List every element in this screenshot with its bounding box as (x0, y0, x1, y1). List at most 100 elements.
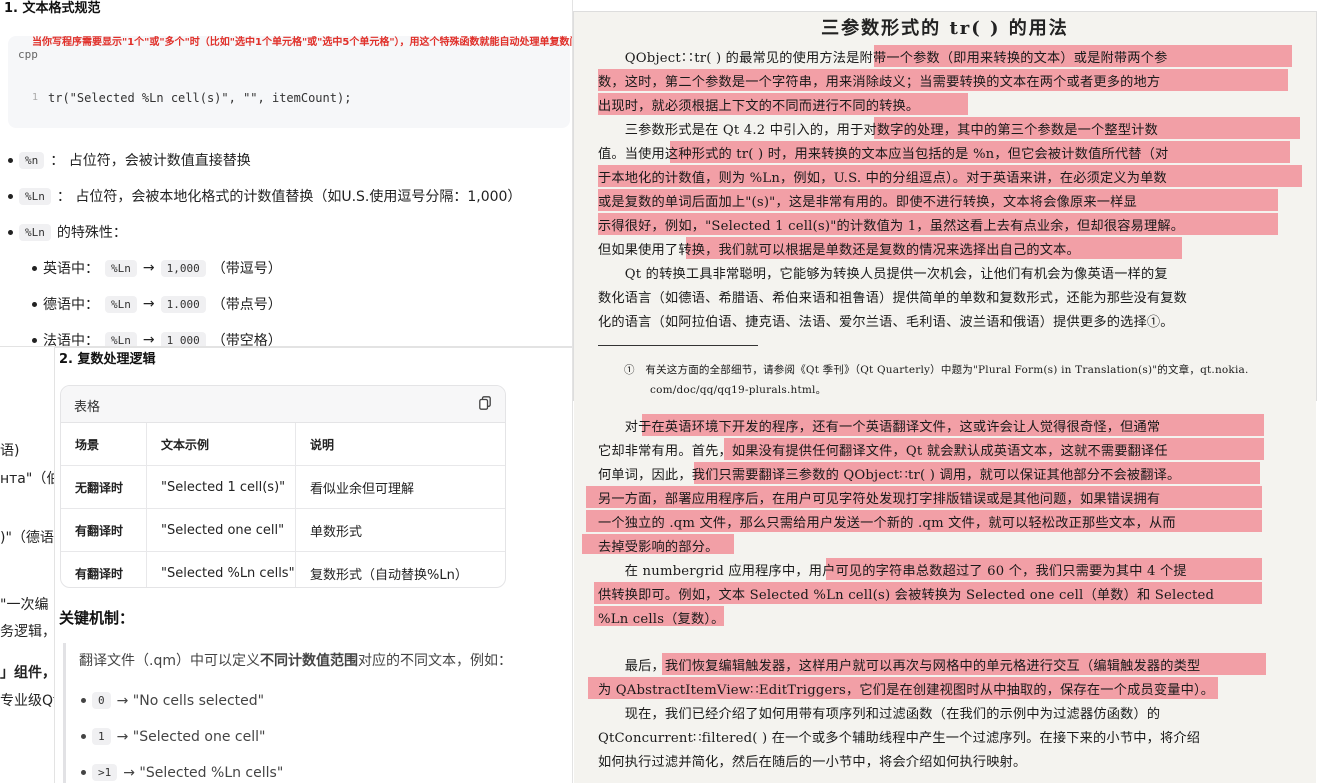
chat-window-plural-logic: 2. 复数处理逻辑 表格 场景 文本示例 说明 无翻译时 "Selected 1… (55, 348, 572, 783)
table-cell: "Selected one cell" (146, 508, 296, 552)
book-line: 于本地化的计数值，则为 %Ln，例如，U.S. 中的分组逗点）。对于英语来讲，在… (598, 171, 1167, 186)
key-title-text: 关键机制 (59, 609, 120, 627)
table-row: 有翻译时 "Selected %Ln cells" 复数形式（自动替换%Ln） (61, 551, 505, 587)
list-item: 1 → "Selected one cell" (81, 728, 265, 745)
code-line-number: 1 (32, 92, 39, 103)
copy-icon[interactable] (479, 396, 491, 410)
table-cell: 有翻译时 (61, 551, 147, 587)
table-cell: "Selected 1 cell(s)" (146, 465, 296, 509)
book-page-bottom: 对于在英语环境下开发的程序，还有一个英语翻译文件，这或许会让人觉得很奇怪，但通常… (574, 400, 1316, 783)
sub-item-note: （带逗号） (211, 261, 282, 277)
table-row: 有翻译时 "Selected one cell" 单数形式 (61, 508, 505, 552)
inline-code: 1,000 (160, 259, 206, 277)
inline-code: >1 (92, 764, 118, 781)
footnote: ① 有关这方面的全部细节，请参阅《Qt 季刊》（Qt Quarterly）中题为… (624, 364, 1249, 376)
sub-list-item: 德语中： %Ln → 1.000 （带点号） (32, 294, 282, 314)
sub-item-note: （带空格） (211, 333, 282, 346)
inline-code: %Ln (105, 295, 137, 313)
sub-list-item: 英语中： %Ln → 1,000 （带逗号） (32, 258, 282, 278)
book-line: %Ln cells（复数）。 (598, 612, 725, 627)
book-section-title: 三参数形式的 tr( ) 的用法 (821, 18, 1069, 39)
table-cell: 单数形式 (295, 508, 505, 552)
table-header-cell: 场景 (61, 423, 147, 466)
section-title: 2. 复数处理逻辑 (59, 352, 156, 367)
bg-fragment: 语) (0, 443, 20, 459)
book-line: 为 QAbstractItemView∷EditTriggers，它们是在创建视… (598, 683, 1215, 698)
book-line: 数，这时，第二个参数是一个字符串，用来消除歧义；当需要转换的文本在两个或者更多的… (598, 75, 1161, 90)
desc-bold: 不同计数值范围 (259, 653, 358, 669)
table-card: 表格 场景 文本示例 说明 无翻译时 "Selected 1 cell(s)" … (60, 385, 506, 588)
table-cell: 复数形式（自动替换%Ln） (310, 567, 468, 583)
bg-fragment: 务逻辑， (0, 624, 56, 640)
list-item: 0 → "No cells selected" (81, 692, 264, 709)
sub-item-note: （带点号） (211, 297, 282, 313)
scenario-table: 场景 文本示例 说明 无翻译时 "Selected 1 cell(s)" 看似业… (61, 423, 505, 587)
book-line: 示得很好，例如，"Selected 1 cell(s)"的计数值为 1，虽然这看… (598, 219, 1185, 234)
arrow-icon: → (142, 332, 155, 346)
key-mechanism-desc: 翻译文件（.qm）中可以定义不同计数值范围对应的不同文本，例如： (79, 650, 512, 670)
table-row: 无翻译时 "Selected 1 cell(s)" 看似业余但可理解 (61, 465, 505, 509)
book-line: 数化语言（如德语、希腊语、希伯来语和祖鲁语）提供简单的单数和复数形式，还能为那些… (598, 291, 1188, 306)
table-card-title: 表格 (74, 400, 101, 415)
inline-code: 1.000 (160, 295, 206, 313)
book-line: 出现时，就必须根据上下文的不同而进行不同的转换。 (598, 99, 920, 114)
bullet-icon (81, 734, 86, 739)
table-cell: 无翻译时 (61, 465, 147, 509)
key-mechanism-title: 关键机制： (59, 607, 134, 628)
bg-fragment: нта"（伯 (0, 471, 61, 487)
inline-code: 1 (92, 728, 111, 745)
sub-list-item: 法语中： %Ln → 1 000 （带空格） (32, 330, 282, 346)
inline-code: %Ln (105, 331, 137, 346)
table-cell: "Selected %Ln cells" (146, 551, 296, 587)
book-line: 或是复数的单词后面加上"(s)"，这是非常有用的。即使不进行转换，文本将会像原来… (598, 195, 1137, 210)
footnote: com/doc/qq/qq19-plurals.html。 (650, 384, 827, 396)
section-title: 1. 文本格式规范 (4, 1, 101, 16)
book-line: Qt 的转换工具非常聪明，它能够为转换人员提供一次机会，让他们有机会为像英语一样… (598, 267, 1168, 282)
sub-item-label: 德语中： (43, 297, 99, 313)
highlight-note: 当你写程序需要显示"1个"或"多个"时（比如"选中1个单元格"或"选中5个单元格… (32, 37, 572, 48)
book-line: 三参数形式是在 Qt 4.2 中引入的，用于对数字的处理，其中的第三个参数是一个… (598, 123, 1158, 138)
quote-bar (63, 643, 66, 783)
table-header-row: 场景 文本示例 说明 (61, 423, 505, 466)
list-item-text: → "Selected one cell" (116, 728, 266, 745)
chat-window-format-spec: 1. 文本格式规范 cpp 1 tr("Selected %Ln cell(s)… (0, 0, 572, 346)
bullet-icon (32, 337, 37, 343)
bullet-icon (81, 770, 86, 775)
bullet-icon (32, 265, 37, 271)
book-line: 值。当使用这种形式的 tr( ) 时，用来转换的文本应当包括的是 %n，但它会被… (598, 147, 1169, 162)
sub-item-label: 法语中： (43, 333, 99, 346)
bullet-icon (8, 193, 13, 199)
book-line: 供转换即可。例如，文本 Selected %Ln cell(s) 会被转换为 S… (598, 588, 1215, 603)
list-item-text: → "Selected %Ln cells" (123, 764, 284, 781)
inline-code: %Ln (19, 187, 51, 205)
book-line: 化的语言（如阿拉伯语、捷克语、法语、爱尔兰语、毛利语、波兰语和俄语）提供更多的选… (598, 315, 1174, 330)
bullet-icon (8, 157, 13, 163)
bg-fragment: 」组件， (0, 665, 56, 681)
book-line: 但如果使用了转换，我们就可以根据是单数还是复数的情况来选择出自己的文本。 (598, 243, 1080, 258)
list-item: %n ： 占位符，会被计数值直接替换 (8, 150, 251, 170)
book-page-top: 三参数形式的 tr( ) 的用法 QObject∷tr( ) 的最常见的使用方法… (574, 12, 1316, 400)
desc-text: 对应的不同文本，例如： (357, 653, 512, 669)
bg-fragment: )"（德语 (0, 530, 54, 546)
sub-item-label: 英语中： (43, 261, 99, 277)
inline-code: 1 000 (160, 331, 206, 346)
book-line: 在 numbergrid 应用程序中，用户可见的字符串总数超过了 60 个，我们… (598, 564, 1187, 579)
key-title-colon: ： (119, 609, 135, 627)
list-item: %Ln 的特殊性： (8, 222, 127, 242)
book-line: 最后，我们恢复编辑触发器，这样用户就可以再次与网格中的单元格进行交互（编辑触发器… (598, 659, 1201, 674)
list-item: >1 → "Selected %Ln cells" (81, 764, 283, 781)
book-line: QObject∷tr( ) 的最常见的使用方法是附带一个参数（即用来转换的文本）… (598, 51, 1168, 66)
code-language: cpp (18, 48, 38, 61)
book-line: 对于在英语环境下开发的程序，还有一个英语翻译文件，这或许会让人觉得很奇怪，但通常 (598, 420, 1161, 435)
book-line: 去掉受影响的部分。 (598, 540, 719, 555)
bullet-icon (32, 301, 37, 307)
arrow-icon: → (142, 296, 155, 312)
book-line: 如何执行过滤并简化，然后在随后的一小节中，将会介绍如何执行映射。 (598, 755, 1027, 770)
list-item-text: ： 占位符，会被计数值直接替换 (50, 153, 251, 169)
bullet-icon (8, 229, 13, 235)
inline-code: %n (19, 151, 45, 169)
inline-code: %Ln (19, 223, 51, 241)
inline-code: %Ln (105, 259, 137, 277)
table-card-header: 表格 (61, 386, 505, 423)
list-item: %Ln ： 占位符，会被本地化格式的计数值替换（如U.S.使用逗号分隔：1,00… (8, 186, 521, 206)
